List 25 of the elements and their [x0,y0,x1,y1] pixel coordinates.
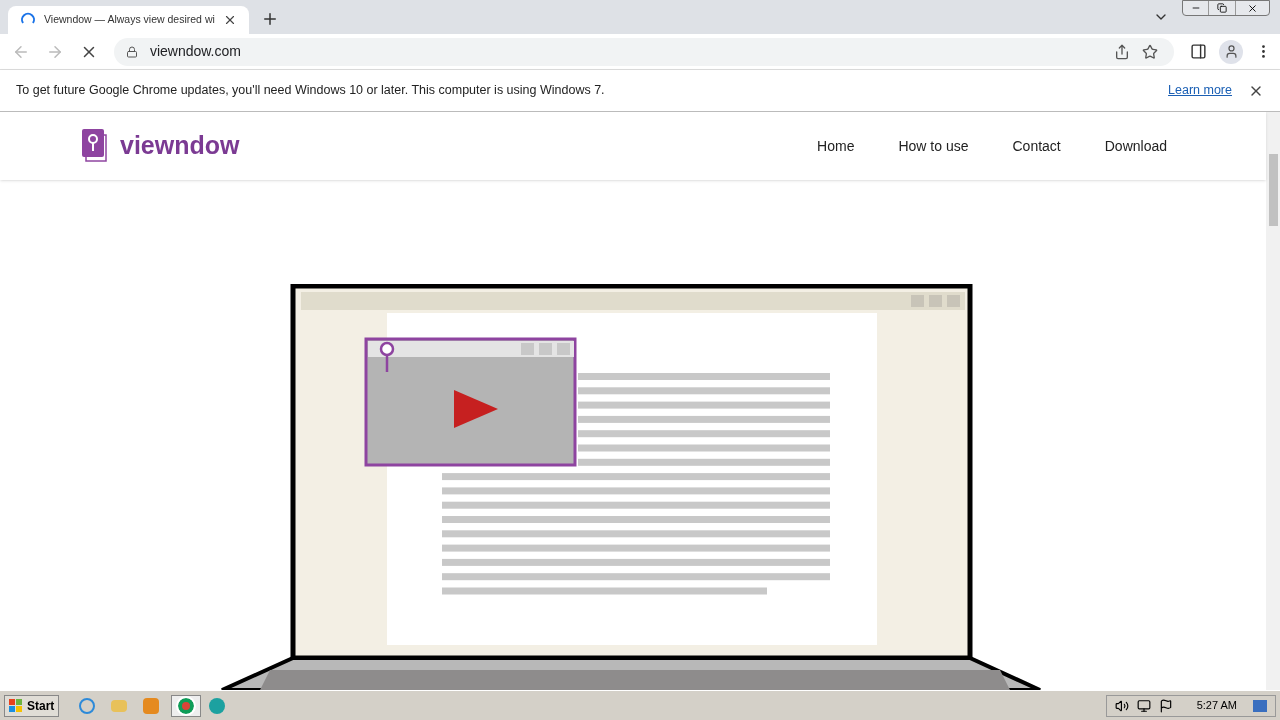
bookmark-star-icon[interactable] [1142,43,1159,60]
nav-link[interactable]: Download [1104,135,1167,157]
volume-icon[interactable] [1114,698,1129,713]
clock[interactable]: 5:27 AM [1196,697,1237,714]
windows-logo-icon [9,698,23,713]
logo-text: viewndow [120,130,241,162]
infobar-message: To get future Google Chrome updates, you'll need Windows 10 or later. This computer is using Windows 7. [16,82,606,100]
learn-more-link[interactable]: Learn more [1168,81,1232,100]
nav-link[interactable]: Contact [1012,135,1061,157]
share-icon[interactable] [1114,43,1131,60]
nav-link[interactable]: How to use [898,135,969,157]
tab-title: Viewndow — Always view desired wi [44,12,215,28]
start-button[interactable]: Start [4,694,60,717]
address-bar[interactable]: viewndow.com [113,37,1175,66]
logo-icon [82,129,108,163]
lock-icon [125,45,138,58]
network-icon[interactable] [1136,698,1151,713]
show-desktop-icon[interactable] [1253,699,1267,712]
nav-link[interactable]: Home [817,135,855,157]
side-panel-icon[interactable] [1190,43,1208,60]
profile-icon[interactable] [1219,39,1243,64]
browser-tab[interactable]: Viewndow — Always view desired wi [8,6,249,34]
scrollbar-thumb[interactable] [1268,154,1278,226]
flag-icon[interactable] [1158,698,1173,713]
url-text: viewndow.com [149,42,242,61]
